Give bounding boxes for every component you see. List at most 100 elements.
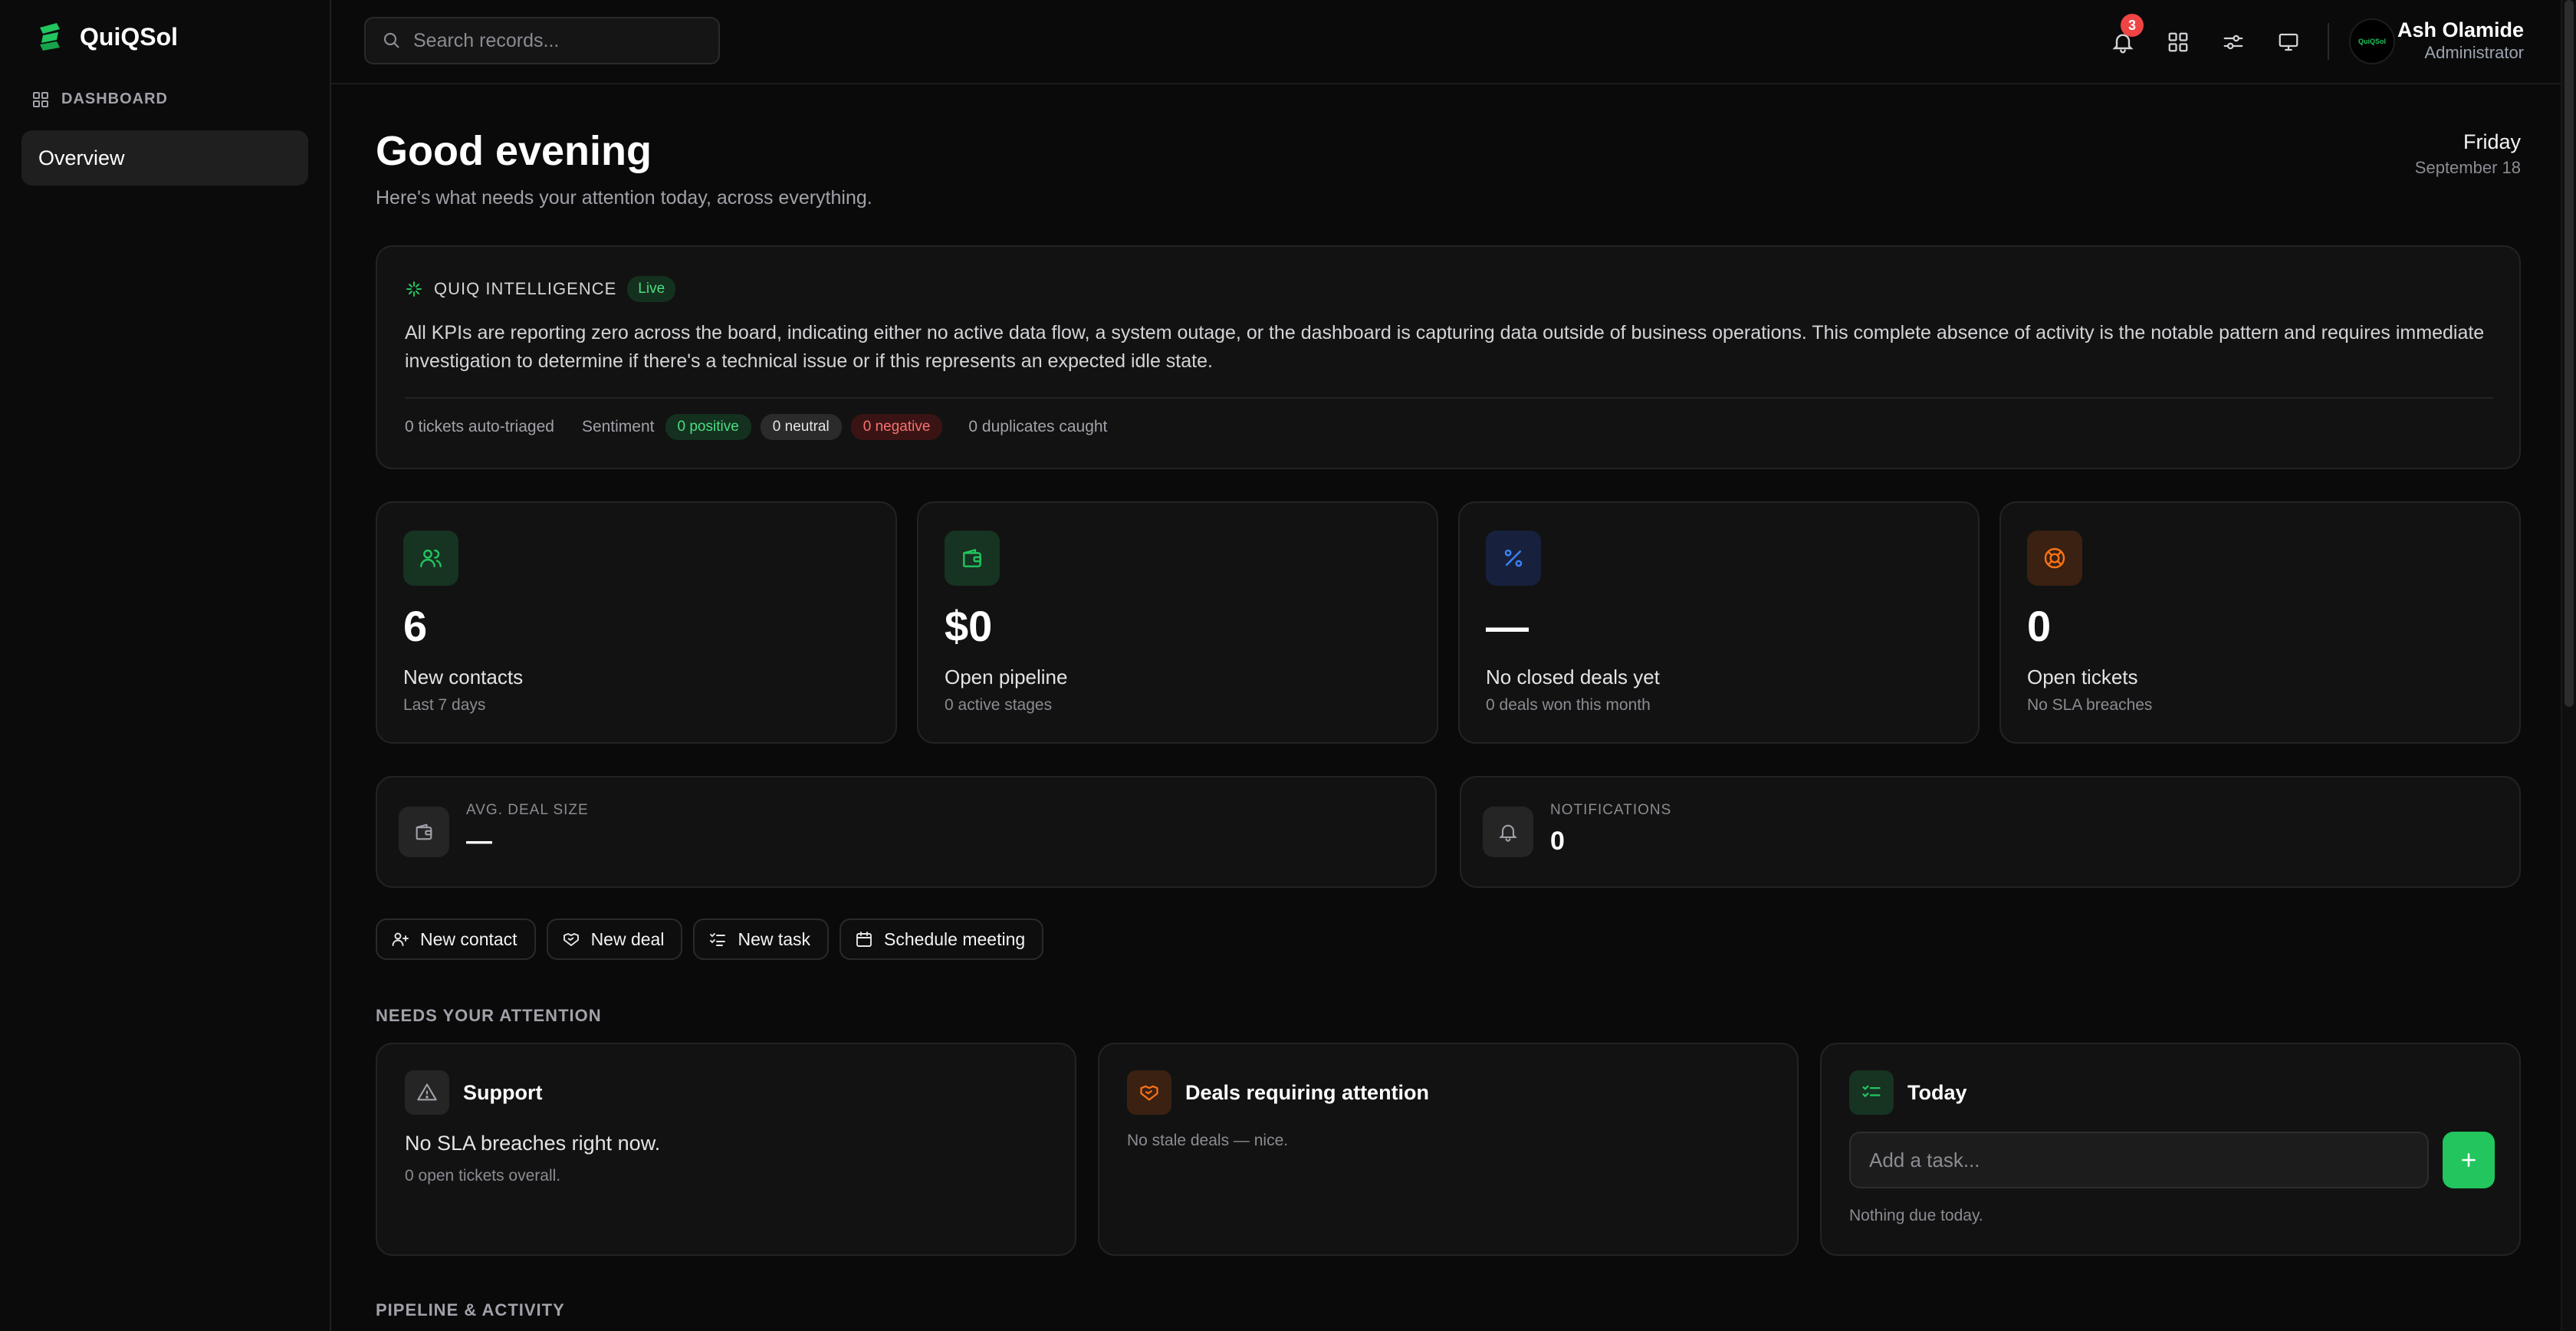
- kpi-value: 6: [403, 602, 428, 650]
- kpi-label: No closed deals yet: [1486, 666, 1660, 689]
- deals-message: No stale deals — nice.: [1127, 1132, 1289, 1149]
- duplicates-stat: 0 duplicates caught: [968, 418, 1108, 435]
- brand-logo-icon: [37, 21, 63, 52]
- scrollbar-thumb[interactable]: [2564, 0, 2574, 707]
- current-day: Friday: [2463, 130, 2521, 153]
- sentiment-positive-badge: 0 positive: [665, 414, 751, 440]
- filters-button[interactable]: [2214, 23, 2252, 61]
- percent-icon: [1486, 531, 1541, 586]
- sliders-icon: [2222, 31, 2245, 54]
- section-title-pipeline: PIPELINE & ACTIVITY: [376, 1300, 565, 1319]
- mini-stat-value: 0: [1550, 827, 1565, 856]
- today-card: Today Nothing due today.: [1820, 1043, 2521, 1256]
- kpi-sub: 0 deals won this month: [1486, 696, 1651, 714]
- live-badge: Live: [627, 276, 676, 302]
- page-title: Good evening: [376, 128, 652, 174]
- sidebar-section-label: DASHBOARD: [61, 90, 168, 107]
- user-name[interactable]: Ash Olamide: [2397, 18, 2524, 42]
- deals-title: Deals requiring attention: [1185, 1080, 1430, 1104]
- add-task-input[interactable]: [1849, 1132, 2429, 1188]
- page-subtitle: Here's what needs your attention today, …: [376, 187, 872, 209]
- handshake-icon: [562, 930, 580, 948]
- mini-stat-label: AVG. DEAL SIZE: [466, 802, 589, 818]
- auto-triaged-stat: 0 tickets auto-triaged: [405, 418, 554, 435]
- divider: [405, 397, 2493, 399]
- support-sub: 0 open tickets overall.: [405, 1167, 561, 1185]
- display-button[interactable]: [2269, 23, 2308, 61]
- action-label: New task: [738, 928, 811, 949]
- brand[interactable]: QuiQSol: [37, 21, 178, 52]
- kpi-sub: 0 active stages: [945, 696, 1053, 714]
- kpi-card-new-contacts[interactable]: 6 New contacts Last 7 days: [376, 501, 897, 744]
- lifebuoy-icon: [2027, 531, 2082, 586]
- brand-name: QuiQSol: [80, 22, 178, 51]
- wallet-icon: [945, 531, 1000, 586]
- grid-icon: [32, 91, 49, 108]
- kpi-label: Open tickets: [2027, 666, 2138, 689]
- sentiment-negative-badge: 0 negative: [850, 414, 943, 440]
- search-input[interactable]: [413, 29, 705, 52]
- notifications-card[interactable]: NOTIFICATIONS 0: [1460, 776, 2521, 888]
- sentiment-neutral-badge: 0 neutral: [760, 414, 842, 440]
- intelligence-title: QUIQ INTELLIGENCE: [434, 279, 617, 298]
- sidebar-item-overview[interactable]: Overview: [21, 130, 308, 186]
- apps-grid-icon: [2167, 31, 2190, 54]
- support-card[interactable]: Support No SLA breaches right now. 0 ope…: [376, 1043, 1076, 1256]
- section-title-attention: NEEDS YOUR ATTENTION: [376, 1006, 602, 1025]
- plus-icon: [2459, 1150, 2479, 1170]
- topbar-divider: [2328, 23, 2329, 60]
- intelligence-stats: 0 tickets auto-triaged Sentiment 0 posit…: [405, 414, 1107, 440]
- quick-actions: New contact New deal New task Schedule m…: [376, 919, 1044, 960]
- sidebar-section-dashboard: DASHBOARD: [32, 90, 168, 108]
- intelligence-summary: All KPIs are reporting zero across the b…: [405, 322, 2485, 372]
- deals-attention-card[interactable]: Deals requiring attention No stale deals…: [1098, 1043, 1799, 1256]
- search-icon: [383, 31, 401, 50]
- kpi-value: —: [1486, 602, 1529, 650]
- apps-button[interactable]: [2159, 23, 2197, 61]
- kpi-card-closed-deals[interactable]: — No closed deals yet 0 deals won this m…: [1458, 501, 1980, 744]
- new-deal-button[interactable]: New deal: [546, 919, 683, 960]
- search-box[interactable]: [364, 17, 720, 64]
- user-plus-icon: [391, 930, 409, 948]
- checklist-icon: [1849, 1070, 1894, 1115]
- kpi-value: 0: [2027, 602, 2052, 650]
- kpi-card-open-pipeline[interactable]: $0 Open pipeline 0 active stages: [917, 501, 1438, 744]
- sentiment-label: Sentiment: [581, 418, 655, 435]
- bell-icon: [1483, 807, 1533, 857]
- action-label: New contact: [420, 928, 518, 949]
- warning-icon: [405, 1070, 449, 1115]
- kpi-label: Open pipeline: [945, 666, 1068, 689]
- notification-badge: 3: [2121, 14, 2144, 37]
- sparkle-icon: [405, 280, 423, 298]
- calendar-icon: [855, 930, 873, 948]
- sidebar-item-label: Overview: [38, 146, 125, 169]
- kpi-label: New contacts: [403, 666, 524, 689]
- users-icon: [403, 531, 458, 586]
- support-title: Support: [463, 1080, 543, 1104]
- kpi-sub: No SLA breaches: [2027, 696, 2153, 714]
- handshake-icon: [1127, 1070, 1171, 1115]
- kpi-value: $0: [945, 602, 993, 650]
- new-contact-button[interactable]: New contact: [376, 919, 536, 960]
- kpi-card-open-tickets[interactable]: 0 Open tickets No SLA breaches: [1999, 501, 2521, 744]
- schedule-meeting-button[interactable]: Schedule meeting: [840, 919, 1044, 960]
- mini-stat-value: —: [466, 827, 492, 856]
- mini-stat-label: NOTIFICATIONS: [1550, 802, 1672, 818]
- wallet-icon: [399, 807, 449, 857]
- sidebar: QuiQSol DASHBOARD Overview: [0, 0, 331, 1331]
- today-empty: Nothing due today.: [1849, 1207, 1983, 1224]
- user-role: Administrator: [2424, 43, 2524, 62]
- avg-deal-size-card[interactable]: AVG. DEAL SIZE —: [376, 776, 1437, 888]
- support-message: No SLA breaches right now.: [405, 1132, 661, 1155]
- action-label: New deal: [590, 928, 665, 949]
- kpi-sub: Last 7 days: [403, 696, 486, 714]
- intelligence-card: QUIQ INTELLIGENCE Live All KPIs are repo…: [376, 245, 2521, 469]
- current-date: September 18: [2414, 158, 2521, 177]
- monitor-icon: [2276, 31, 2301, 54]
- checklist-icon: [708, 930, 727, 948]
- new-task-button[interactable]: New task: [693, 919, 830, 960]
- add-task-button[interactable]: [2443, 1132, 2495, 1188]
- action-label: Schedule meeting: [884, 928, 1026, 949]
- today-title: Today: [1907, 1080, 1967, 1104]
- avatar[interactable]: QuiQSol: [2349, 18, 2395, 64]
